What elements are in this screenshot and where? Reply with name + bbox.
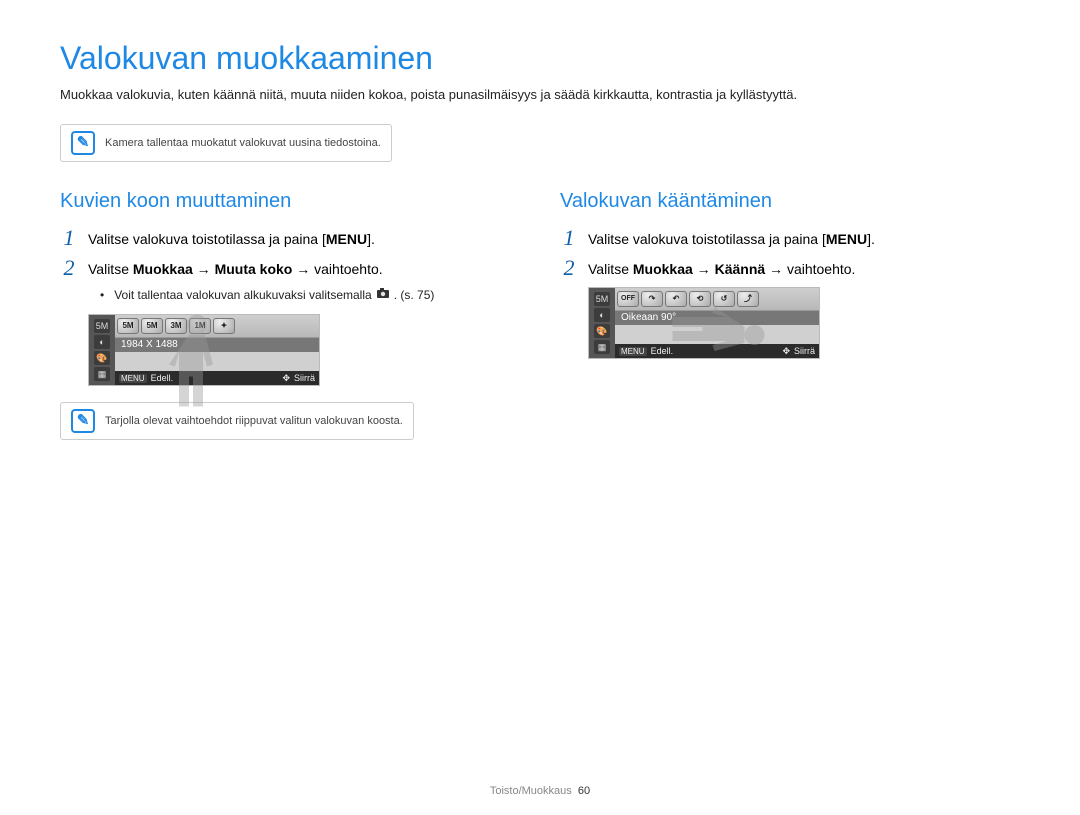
step-text: Valitse valokuva toistotilassa ja paina … (588, 227, 875, 247)
page-footer: Toisto/Muokkaus 60 (0, 785, 1080, 797)
footer-menu-key: MENU (619, 347, 647, 356)
page-title: Valokuvan muokkaaminen (60, 40, 1020, 77)
move-icon: ✥ (782, 346, 790, 357)
sidebar-icon-palette: 🎨 (594, 324, 610, 338)
note-icon: ✎ (71, 409, 95, 433)
footer-page-number: 60 (578, 785, 590, 797)
step-number: 1 (560, 227, 578, 249)
note-box-1: ✎ Kamera tallentaa muokatut valokuvat uu… (60, 124, 392, 162)
step2-b1: Muokkaa (633, 261, 693, 277)
silhouette-icon (167, 310, 227, 413)
footer-right-label: Siirrä (794, 346, 815, 356)
note-text-2: Tarjolla olevat vaihtoehdot riippuvat va… (105, 415, 403, 427)
sidebar-icon-adjust: ◐ (594, 308, 610, 322)
sidebar-icon-adjust: ◐ (94, 335, 110, 349)
note-text-1: Kamera tallentaa muokatut valokuvat uusi… (105, 137, 381, 149)
silhouette-icon (666, 305, 769, 365)
page: Valokuvan muokkaaminen Muokkaa valokuvia… (0, 0, 1080, 815)
step-1-right: 1 Valitse valokuva toistotilassa ja pain… (560, 227, 1020, 249)
step1-suffix: ]. (867, 231, 875, 247)
step2-b1: Muokkaa (133, 261, 193, 277)
menu-button-label: MENU (826, 231, 867, 247)
step-text: Valitse valokuva toistotilassa ja paina … (88, 227, 375, 247)
step2-prefix: Valitse (88, 261, 133, 277)
step1-suffix: ]. (367, 231, 375, 247)
footer-right-label: Siirrä (294, 373, 315, 383)
arrow: → (693, 261, 715, 277)
move-icon: ✥ (282, 373, 290, 384)
sidebar-icon-size: 5M (94, 319, 110, 333)
menu-button-label: MENU (326, 231, 367, 247)
footer-section: Toisto/Muokkaus (490, 785, 572, 797)
cam-main: 5M 5M 3M 1M ✦ 1984 X 1488 MENU Ed (115, 315, 319, 385)
sidebar-icon-size: 5M (594, 292, 610, 306)
camera-panel-resize: 5M ◐ 🎨 ▦ 5M 5M 3M 1M ✦ 1984 X 1488 (88, 314, 320, 386)
toolbar-btn[interactable]: 5M (117, 318, 139, 334)
cam-canvas (115, 352, 319, 371)
step2-b2: Käännä (715, 261, 766, 277)
bullet-prefix: Voit tallentaa valokuvan alkukuvaksi val… (114, 288, 371, 302)
step2-prefix: Valitse (588, 261, 633, 277)
arrow: → (765, 261, 787, 277)
section-heading-resize: Kuvien koon muuttaminen (60, 190, 520, 213)
step1-prefix: Valitse valokuva toistotilassa ja paina … (88, 231, 326, 247)
columns: Kuvien koon muuttaminen 1 Valitse valoku… (60, 190, 1020, 468)
step-2-left: 2 Valitse Muokkaa → Muuta koko → vaihtoe… (60, 257, 520, 279)
right-column: Valokuvan kääntäminen 1 Valitse valokuva… (560, 190, 1020, 468)
bullet-note: • Voit tallentaa valokuvan alkukuvaksi v… (100, 287, 520, 302)
step2-tail: vaihtoehto. (314, 261, 383, 277)
left-column: Kuvien koon muuttaminen 1 Valitse valoku… (60, 190, 520, 468)
section-heading-rotate: Valokuvan kääntäminen (560, 190, 1020, 213)
sidebar-icon-palette: 🎨 (94, 351, 110, 365)
cam-sidebar: 5M ◐ 🎨 ▦ (89, 315, 115, 385)
cam-main: OFF ↷ ↶ ⟲ ↺ ⤴ Oikeaan 90° MENU (615, 288, 819, 358)
note-icon: ✎ (71, 131, 95, 155)
toolbar-btn[interactable]: OFF (617, 291, 639, 307)
footer-menu-key: MENU (119, 374, 147, 383)
arrow: → (193, 261, 215, 277)
step-1-left: 1 Valitse valokuva toistotilassa ja pain… (60, 227, 520, 249)
step2-b2: Muuta koko (215, 261, 293, 277)
bullet-dot: • (100, 288, 104, 302)
arrow: → (292, 261, 314, 277)
step-2-right: 2 Valitse Muokkaa → Käännä → vaihtoehto. (560, 257, 1020, 279)
note-box-2: ✎ Tarjolla olevat vaihtoehdot riippuvat … (60, 402, 414, 440)
step-number: 2 (560, 257, 578, 279)
step-number: 2 (60, 257, 78, 279)
cam-sidebar: 5M ◐ 🎨 ▦ (589, 288, 615, 358)
cam-canvas (615, 325, 819, 344)
camera-panel-rotate: 5M ◐ 🎨 ▦ OFF ↷ ↶ ⟲ ↺ ⤴ Oikeaan 90° (588, 287, 820, 359)
step2-tail: vaihtoehto. (787, 261, 856, 277)
step-text: Valitse Muokkaa → Käännä → vaihtoehto. (588, 257, 855, 277)
toolbar-btn[interactable]: 5M (141, 318, 163, 334)
step1-prefix: Valitse valokuva toistotilassa ja paina … (588, 231, 826, 247)
intro-text: Muokkaa valokuvia, kuten käännä niitä, m… (60, 87, 1020, 102)
sidebar-icon-grid: ▦ (94, 367, 110, 381)
sidebar-icon-grid: ▦ (594, 340, 610, 354)
step-text: Valitse Muokkaa → Muuta koko → vaihtoeht… (88, 257, 383, 277)
step-number: 1 (60, 227, 78, 249)
bullet-suffix: . (s. 75) (394, 288, 435, 302)
toolbar-btn[interactable]: ↷ (641, 291, 663, 307)
start-image-icon (376, 287, 390, 302)
